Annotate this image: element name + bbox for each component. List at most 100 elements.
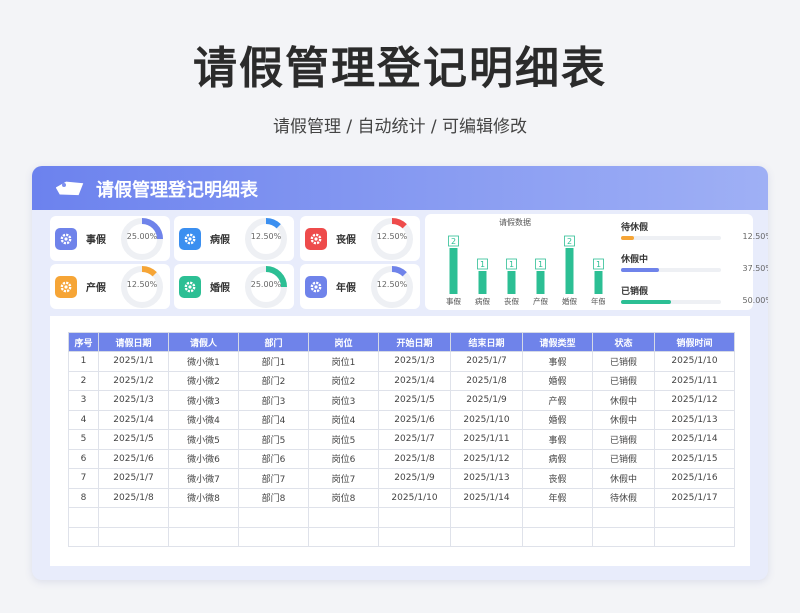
table-cell[interactable]: 微小微6 (168, 448, 239, 469)
table-cell[interactable]: 已销假 (592, 351, 655, 372)
table-cell[interactable]: 2025/1/9 (378, 468, 451, 489)
table-cell[interactable]: 2 (68, 370, 99, 391)
table-cell[interactable] (522, 526, 593, 547)
table-cell[interactable]: 2025/1/5 (98, 429, 169, 450)
table-cell[interactable]: 微小微8 (168, 487, 239, 508)
table-cell[interactable] (98, 507, 169, 528)
table-cell[interactable]: 2025/1/12 (450, 448, 523, 469)
table-cell[interactable]: 2025/1/14 (654, 429, 735, 450)
table-cell[interactable]: 休假中 (592, 409, 655, 430)
table-cell[interactable] (378, 507, 451, 528)
table-cell[interactable] (308, 526, 379, 547)
table-cell[interactable]: 2025/1/7 (450, 351, 523, 372)
table-cell[interactable]: 1 (68, 351, 99, 372)
table-cell[interactable] (592, 507, 655, 528)
table-cell[interactable]: 2025/1/3 (98, 390, 169, 411)
table-cell[interactable]: 部门1 (238, 351, 309, 372)
table-cell[interactable]: 休假中 (592, 468, 655, 489)
table-cell[interactable]: 2025/1/8 (378, 448, 451, 469)
table-cell[interactable]: 已销假 (592, 429, 655, 450)
table-cell[interactable]: 2025/1/8 (98, 487, 169, 508)
table-cell[interactable]: 2025/1/14 (450, 487, 523, 508)
table-cell[interactable] (238, 507, 309, 528)
table-cell[interactable]: 部门8 (238, 487, 309, 508)
table-cell[interactable]: 微小微5 (168, 429, 239, 450)
table-cell[interactable]: 已销假 (592, 370, 655, 391)
table-cell[interactable]: 事假 (522, 351, 593, 372)
table-cell[interactable]: 2025/1/7 (378, 429, 451, 450)
table-cell[interactable]: 2025/1/6 (98, 448, 169, 469)
table-cell[interactable]: 2025/1/15 (654, 448, 735, 469)
table-cell[interactable]: 2025/1/13 (450, 468, 523, 489)
table-cell[interactable]: 2025/1/4 (378, 370, 451, 391)
table-cell[interactable]: 2025/1/17 (654, 487, 735, 508)
table-cell[interactable] (168, 507, 239, 528)
table-cell[interactable]: 岗位3 (308, 390, 379, 411)
table-cell[interactable]: 产假 (522, 390, 593, 411)
table-cell[interactable] (654, 507, 735, 528)
table-cell[interactable]: 2025/1/16 (654, 468, 735, 489)
table-cell[interactable] (98, 526, 169, 547)
table-cell[interactable]: 微小微3 (168, 390, 239, 411)
table-cell[interactable]: 5 (68, 429, 99, 450)
table-cell[interactable]: 部门2 (238, 370, 309, 391)
table-cell[interactable]: 2025/1/7 (98, 468, 169, 489)
table-cell[interactable]: 部门4 (238, 409, 309, 430)
table-cell[interactable]: 微小微7 (168, 468, 239, 489)
table-cell[interactable]: 2025/1/6 (378, 409, 451, 430)
table-cell[interactable]: 2025/1/3 (378, 351, 451, 372)
table-cell[interactable]: 2025/1/9 (450, 390, 523, 411)
table-cell[interactable]: 婚假 (522, 409, 593, 430)
table-cell[interactable]: 2025/1/8 (450, 370, 523, 391)
table-cell[interactable]: 微小微4 (168, 409, 239, 430)
table-cell[interactable]: 微小微2 (168, 370, 239, 391)
table-cell[interactable]: 7 (68, 468, 99, 489)
table-cell[interactable]: 2025/1/2 (98, 370, 169, 391)
table-cell[interactable]: 4 (68, 409, 99, 430)
table-cell[interactable]: 岗位7 (308, 468, 379, 489)
table-cell[interactable] (378, 526, 451, 547)
table-cell[interactable]: 岗位6 (308, 448, 379, 469)
table-cell[interactable]: 2025/1/13 (654, 409, 735, 430)
table-cell[interactable] (450, 507, 523, 528)
table-cell[interactable]: 病假 (522, 448, 593, 469)
table-cell[interactable]: 岗位4 (308, 409, 379, 430)
table-cell[interactable]: 2025/1/4 (98, 409, 169, 430)
table-cell[interactable]: 3 (68, 390, 99, 411)
table-cell[interactable] (522, 507, 593, 528)
table-cell[interactable]: 已销假 (592, 448, 655, 469)
table-cell[interactable]: 2025/1/11 (450, 429, 523, 450)
table-cell[interactable]: 部门7 (238, 468, 309, 489)
table-cell[interactable]: 8 (68, 487, 99, 508)
table-cell[interactable] (308, 507, 379, 528)
table-cell[interactable]: 待休假 (592, 487, 655, 508)
table-cell[interactable]: 微小微1 (168, 351, 239, 372)
table-cell[interactable]: 岗位1 (308, 351, 379, 372)
table-cell[interactable]: 休假中 (592, 390, 655, 411)
table-cell[interactable] (168, 526, 239, 547)
table-cell[interactable]: 2025/1/12 (654, 390, 735, 411)
table-cell[interactable]: 岗位5 (308, 429, 379, 450)
table-cell[interactable] (592, 526, 655, 547)
table-cell[interactable] (238, 526, 309, 547)
table-cell[interactable]: 2025/1/10 (654, 351, 735, 372)
table-cell[interactable] (450, 526, 523, 547)
table-cell[interactable]: 部门6 (238, 448, 309, 469)
table-cell[interactable]: 事假 (522, 429, 593, 450)
table-cell[interactable]: 2025/1/11 (654, 370, 735, 391)
table-cell[interactable]: 2025/1/10 (450, 409, 523, 430)
table-cell[interactable]: 2025/1/1 (98, 351, 169, 372)
table-cell[interactable] (68, 507, 99, 528)
table-cell[interactable] (68, 526, 99, 547)
table-cell[interactable]: 丧假 (522, 468, 593, 489)
table-cell[interactable] (654, 526, 735, 547)
table-cell[interactable]: 2025/1/10 (378, 487, 451, 508)
table-cell[interactable]: 部门5 (238, 429, 309, 450)
table-cell[interactable]: 6 (68, 448, 99, 469)
table-cell[interactable]: 岗位8 (308, 487, 379, 508)
table-cell[interactable]: 岗位2 (308, 370, 379, 391)
table-cell[interactable]: 2025/1/5 (378, 390, 451, 411)
table-cell[interactable]: 年假 (522, 487, 593, 508)
table-cell[interactable]: 部门3 (238, 390, 309, 411)
table-cell[interactable]: 婚假 (522, 370, 593, 391)
